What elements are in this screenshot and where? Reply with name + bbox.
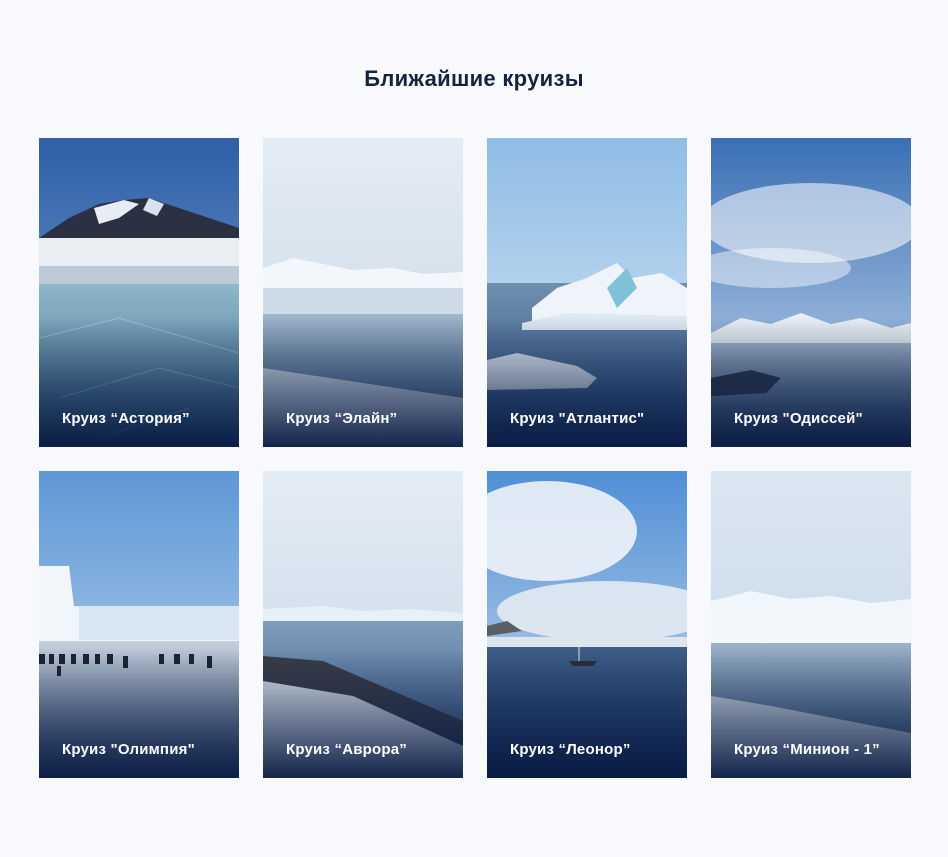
cruise-title: Круиз “Леонор”: [510, 741, 631, 758]
cruise-grid: Круиз “Астория” Круиз “Элайн” Круиз "Атл…: [39, 138, 911, 778]
cruise-card[interactable]: Круиз "Атлантис": [487, 138, 687, 447]
cruise-card[interactable]: Круиз “Элайн”: [263, 138, 463, 447]
cruise-title: Круиз “Аврора”: [286, 741, 407, 758]
cruise-title: Круиз "Одиссей": [734, 410, 863, 427]
cruise-card[interactable]: Круиз "Олимпия": [39, 471, 239, 778]
cruises-page: Ближайшие круизы Круиз “Астория” Круиз “…: [0, 0, 948, 857]
cruise-title: Круиз "Олимпия": [62, 741, 195, 758]
cruise-card[interactable]: Круиз “Аврора”: [263, 471, 463, 778]
section-title: Ближайшие круизы: [364, 66, 584, 91]
cruise-card[interactable]: Круиз “Леонор”: [487, 471, 687, 778]
cruise-card[interactable]: Круиз “Минион - 1”: [711, 471, 911, 778]
cruise-title: Круиз “Элайн”: [286, 410, 398, 427]
cruise-card[interactable]: Круиз "Одиссей": [711, 138, 911, 447]
cruise-title: Круиз “Минион - 1”: [734, 741, 880, 758]
cruise-card[interactable]: Круиз “Астория”: [39, 138, 239, 447]
cruise-title: Круиз “Астория”: [62, 410, 190, 427]
cruise-title: Круиз "Атлантис": [510, 410, 645, 427]
